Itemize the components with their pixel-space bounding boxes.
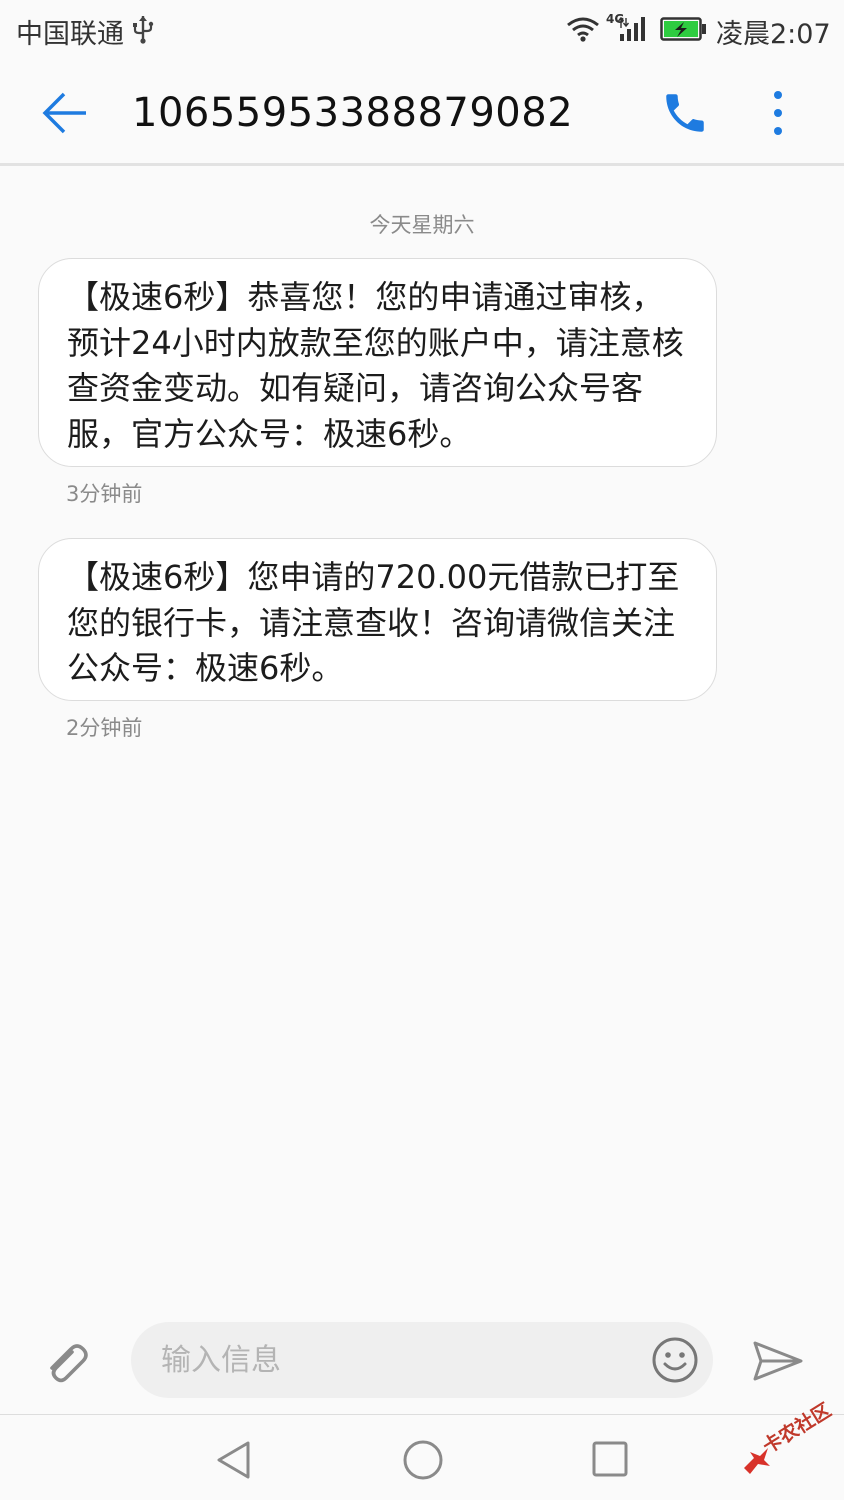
- message-bubble[interactable]: 【极速6秒】恭喜您！您的申请通过审核，预计24小时内放款至您的账户中，请注意核查…: [38, 258, 717, 467]
- sms-conversation-screen: 中国联通 4G 凌晨2:07 10655953388879082 今天星期六 【…: [0, 0, 844, 1500]
- watermark-logo: 卡农社区: [738, 1399, 842, 1484]
- carrier-name: 中国联通: [16, 19, 124, 50]
- emoji-icon[interactable]: [651, 1336, 699, 1388]
- more-vertical-icon[interactable]: [766, 88, 790, 142]
- status-bar: 中国联通 4G 凌晨2:07: [0, 0, 844, 60]
- system-navigation-bar: [0, 1414, 844, 1500]
- phone-call-icon[interactable]: [660, 88, 710, 142]
- message-input[interactable]: [131, 1322, 713, 1398]
- date-divider: 今天星期六: [369, 213, 475, 237]
- battery-charging-icon: [660, 16, 708, 46]
- send-icon[interactable]: [752, 1340, 804, 1386]
- back-arrow-icon[interactable]: [40, 88, 90, 142]
- conversation-title-phone-number: 10655953388879082: [132, 90, 574, 136]
- wifi-icon: [566, 16, 600, 46]
- nav-recents-icon[interactable]: [592, 1441, 628, 1481]
- usb-icon: [132, 14, 154, 48]
- nav-home-icon[interactable]: [402, 1439, 444, 1485]
- message-timestamp: 2分钟前: [66, 716, 143, 740]
- compose-bar: [0, 1314, 844, 1414]
- nav-back-icon[interactable]: [214, 1439, 254, 1485]
- conversation-header: 10655953388879082: [0, 60, 844, 166]
- paperclip-icon[interactable]: [42, 1338, 90, 1390]
- signal-icon: [617, 16, 648, 46]
- message-timestamp: 3分钟前: [66, 482, 143, 506]
- status-clock: 凌晨2:07: [716, 19, 831, 50]
- message-bubble[interactable]: 【极速6秒】您申请的720.00元借款已打至您的银行卡，请注意查收！咨询请微信关…: [38, 538, 717, 701]
- message-list[interactable]: 今天星期六 【极速6秒】恭喜您！您的申请通过审核，预计24小时内放款至您的账户中…: [0, 169, 844, 1314]
